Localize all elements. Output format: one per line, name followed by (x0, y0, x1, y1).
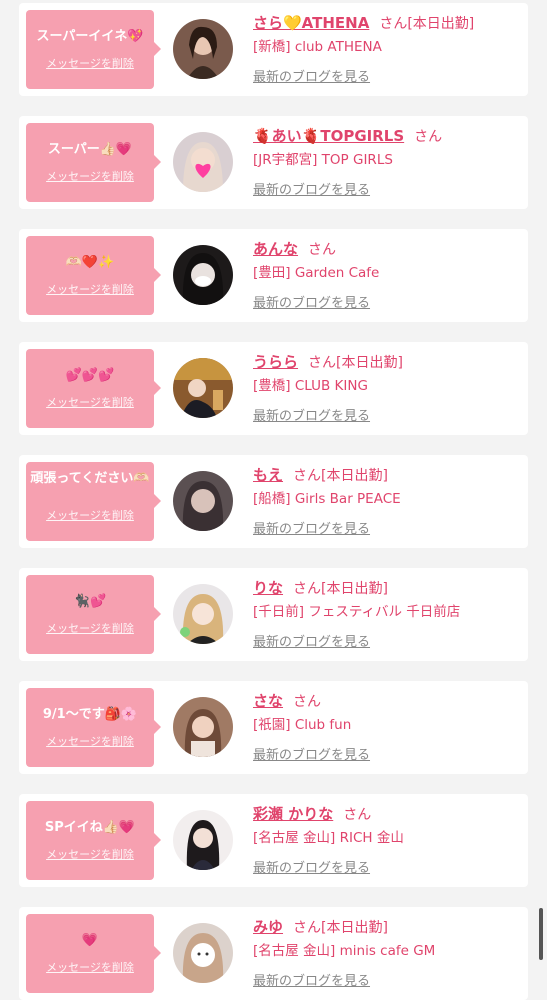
delete-message-link[interactable]: メッセージを削除 (26, 281, 154, 297)
working-today-badge: [本日出勤] (336, 355, 403, 371)
shop-info: [千日前] フェスティバル 千日前店 (253, 604, 461, 620)
latest-blog-link[interactable]: 最新のブログを見る (253, 631, 370, 650)
message-bubble: 💕💕💕 メッセージを削除 (26, 349, 161, 428)
san-label: さん (414, 129, 443, 145)
message-text: 9/1〜です🎒🌸 (42, 707, 138, 722)
message-bubble: 🫶🏻❤️✨ メッセージを削除 (26, 236, 161, 315)
shop-info: [新橋] club ATHENA (253, 39, 382, 55)
shop-info: [名古屋 金山] minis cafe GM (253, 943, 436, 959)
delete-message-link[interactable]: メッセージを削除 (26, 733, 154, 749)
working-today-badge: [本日出勤] (407, 16, 475, 32)
avatar[interactable] (173, 923, 233, 983)
message-card: 頑張ってください🫶🏻 メッセージを削除 もえ さん[本日出勤] [船橋] Girl… (19, 455, 528, 548)
profile-name-link[interactable]: りな (253, 579, 283, 597)
message-bubble: 頑張ってください🫶🏻 メッセージを削除 (26, 462, 161, 541)
san-label: さん (293, 920, 322, 936)
message-bubble: スーパーイイネ💖 メッセージを削除 (26, 10, 161, 89)
message-text: 🫶🏻❤️✨ (65, 255, 115, 270)
latest-blog-link[interactable]: 最新のブログを見る (253, 857, 370, 876)
profile-name-link[interactable]: さら💛ATHENA (253, 14, 369, 32)
message-text: 🐈‍⬛💕 (73, 594, 107, 609)
avatar[interactable] (173, 132, 233, 192)
message-text: 💕💕💕 (65, 368, 115, 383)
san-label: さん (308, 355, 337, 371)
message-text: 💗 (81, 933, 99, 948)
shop-info: [豊田] Garden Cafe (253, 265, 380, 281)
profile-name-link[interactable]: うらら (253, 353, 298, 371)
message-bubble: SPイイね👍🏻💗 メッセージを削除 (26, 801, 161, 880)
latest-blog-link[interactable]: 最新のブログを見る (253, 179, 370, 198)
message-card: 🫶🏻❤️✨ メッセージを削除 あんな さん [豊田] Garden Cafe 最新… (19, 229, 528, 322)
message-bubble: 💗 メッセージを削除 (26, 914, 161, 993)
san-label: さん (293, 468, 322, 484)
avatar[interactable] (173, 358, 233, 418)
profile-name-link[interactable]: あんな (253, 240, 298, 258)
profile-name-link[interactable]: 🫀あい🫀TOPGIRLS (253, 127, 404, 145)
delete-message-link[interactable]: メッセージを削除 (26, 55, 154, 71)
message-text: スーパーイイネ💖 (36, 29, 144, 44)
latest-blog-link[interactable]: 最新のブログを見る (253, 292, 370, 311)
delete-message-link[interactable]: メッセージを削除 (26, 846, 154, 862)
message-card: スーパー👍🏻💗 メッセージを削除 🫀あい🫀TOPGIRLS さん [JR宇都宮] … (19, 116, 528, 209)
san-label: さん (293, 581, 322, 597)
latest-blog-link[interactable]: 最新のブログを見る (253, 405, 370, 424)
message-text: スーパー👍🏻💗 (47, 142, 133, 157)
message-card: 9/1〜です🎒🌸 メッセージを削除 さな さん [祇園] Club fun 最新の… (19, 681, 528, 774)
shop-info: [名古屋 金山] RICH 金山 (253, 830, 404, 846)
san-label: さん (308, 242, 337, 258)
avatar[interactable] (173, 697, 233, 757)
delete-message-link[interactable]: メッセージを削除 (26, 620, 154, 636)
message-bubble: 🐈‍⬛💕 メッセージを削除 (26, 575, 161, 654)
working-today-badge: [本日出勤] (321, 920, 388, 936)
working-today-badge: [本日出勤] (321, 581, 388, 597)
working-today-badge: [本日出勤] (321, 468, 388, 484)
message-text: SPイイね👍🏻💗 (44, 820, 136, 835)
shop-info: [豊橋] CLUB KING (253, 378, 368, 394)
profile-name-link[interactable]: もえ (253, 466, 283, 484)
san-label: さん (293, 694, 322, 710)
avatar[interactable] (173, 584, 233, 644)
avatar[interactable] (173, 471, 233, 531)
message-card: スーパーイイネ💖 メッセージを削除 さら💛ATHENA さん[本日出勤] [新橋]… (19, 3, 528, 96)
message-card: 💕💕💕 メッセージを削除 うらら さん[本日出勤] [豊橋] CLUB KING … (19, 342, 528, 435)
latest-blog-link[interactable]: 最新のブログを見る (253, 518, 370, 537)
shop-info: [JR宇都宮] TOP GIRLS (253, 152, 393, 168)
avatar[interactable] (173, 19, 233, 79)
profile-name-link[interactable]: さな (253, 692, 283, 710)
delete-message-link[interactable]: メッセージを削除 (26, 959, 154, 975)
latest-blog-link[interactable]: 最新のブログを見る (253, 66, 370, 85)
delete-message-link[interactable]: メッセージを削除 (26, 394, 154, 410)
delete-message-link[interactable]: メッセージを削除 (26, 507, 154, 523)
profile-name-link[interactable]: 彩瀬 かりな (253, 805, 333, 823)
message-bubble: スーパー👍🏻💗 メッセージを削除 (26, 123, 161, 202)
message-bubble: 9/1〜です🎒🌸 メッセージを削除 (26, 688, 161, 767)
message-card: 🐈‍⬛💕 メッセージを削除 りな さん[本日出勤] [千日前] フェスティバル 千… (19, 568, 528, 661)
latest-blog-link[interactable]: 最新のブログを見る (253, 970, 370, 989)
latest-blog-link[interactable]: 最新のブログを見る (253, 744, 370, 763)
shop-info: [船橋] Girls Bar PEACE (253, 491, 401, 507)
avatar[interactable] (173, 245, 233, 305)
shop-info: [祇園] Club fun (253, 717, 352, 733)
message-card: SPイイね👍🏻💗 メッセージを削除 彩瀬 かりな さん [名古屋 金山] RICH… (19, 794, 528, 887)
message-text: 頑張ってください🫶🏻 (30, 471, 150, 486)
delete-message-link[interactable]: メッセージを削除 (26, 168, 154, 184)
san-label: さん (379, 16, 408, 32)
profile-name-link[interactable]: みゆ (253, 918, 283, 936)
san-label: さん (343, 807, 372, 823)
avatar[interactable] (173, 810, 233, 870)
scrollbar[interactable] (539, 908, 543, 960)
message-card: 💗 メッセージを削除 みゆ さん[本日出勤] [名古屋 金山] minis caf… (19, 907, 528, 1000)
